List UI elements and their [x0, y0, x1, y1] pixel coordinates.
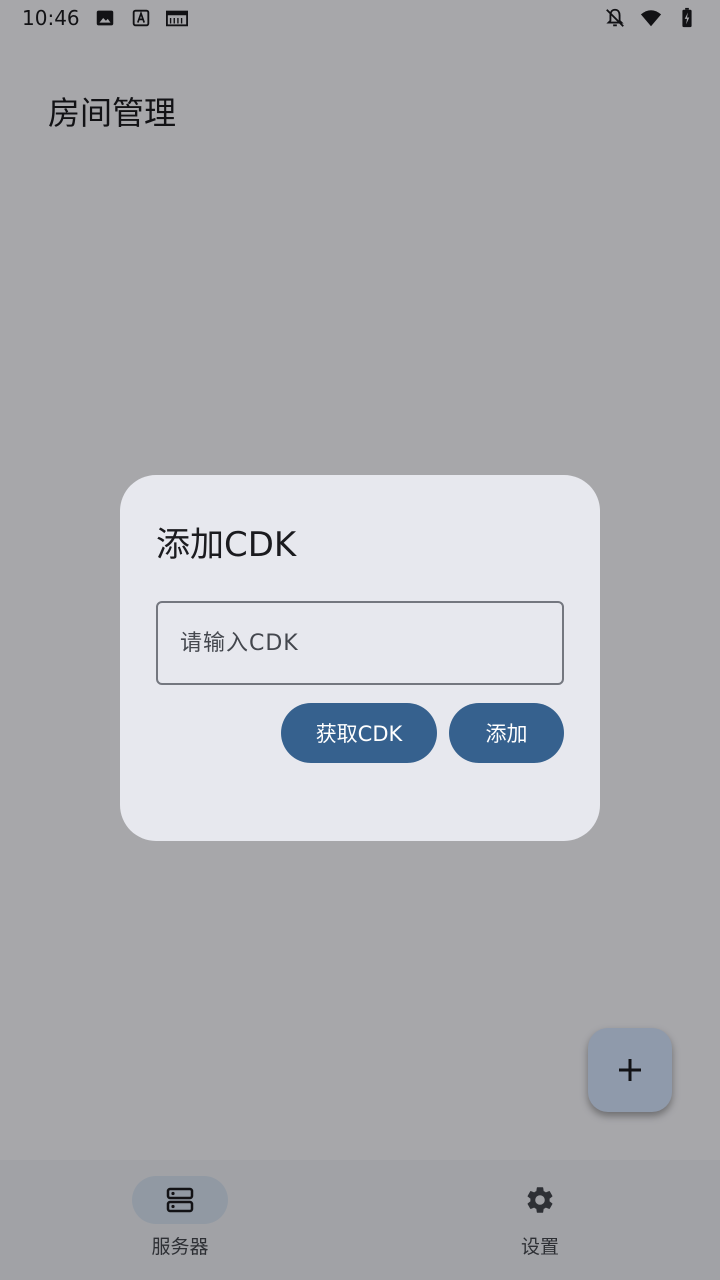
cdk-input[interactable]: [156, 601, 564, 685]
get-cdk-button[interactable]: 获取CDK: [281, 703, 437, 763]
dialog-title: 添加CDK: [156, 525, 297, 565]
add-button[interactable]: 添加: [449, 703, 564, 763]
add-cdk-dialog: 添加CDK 获取CDK 添加: [120, 475, 600, 841]
